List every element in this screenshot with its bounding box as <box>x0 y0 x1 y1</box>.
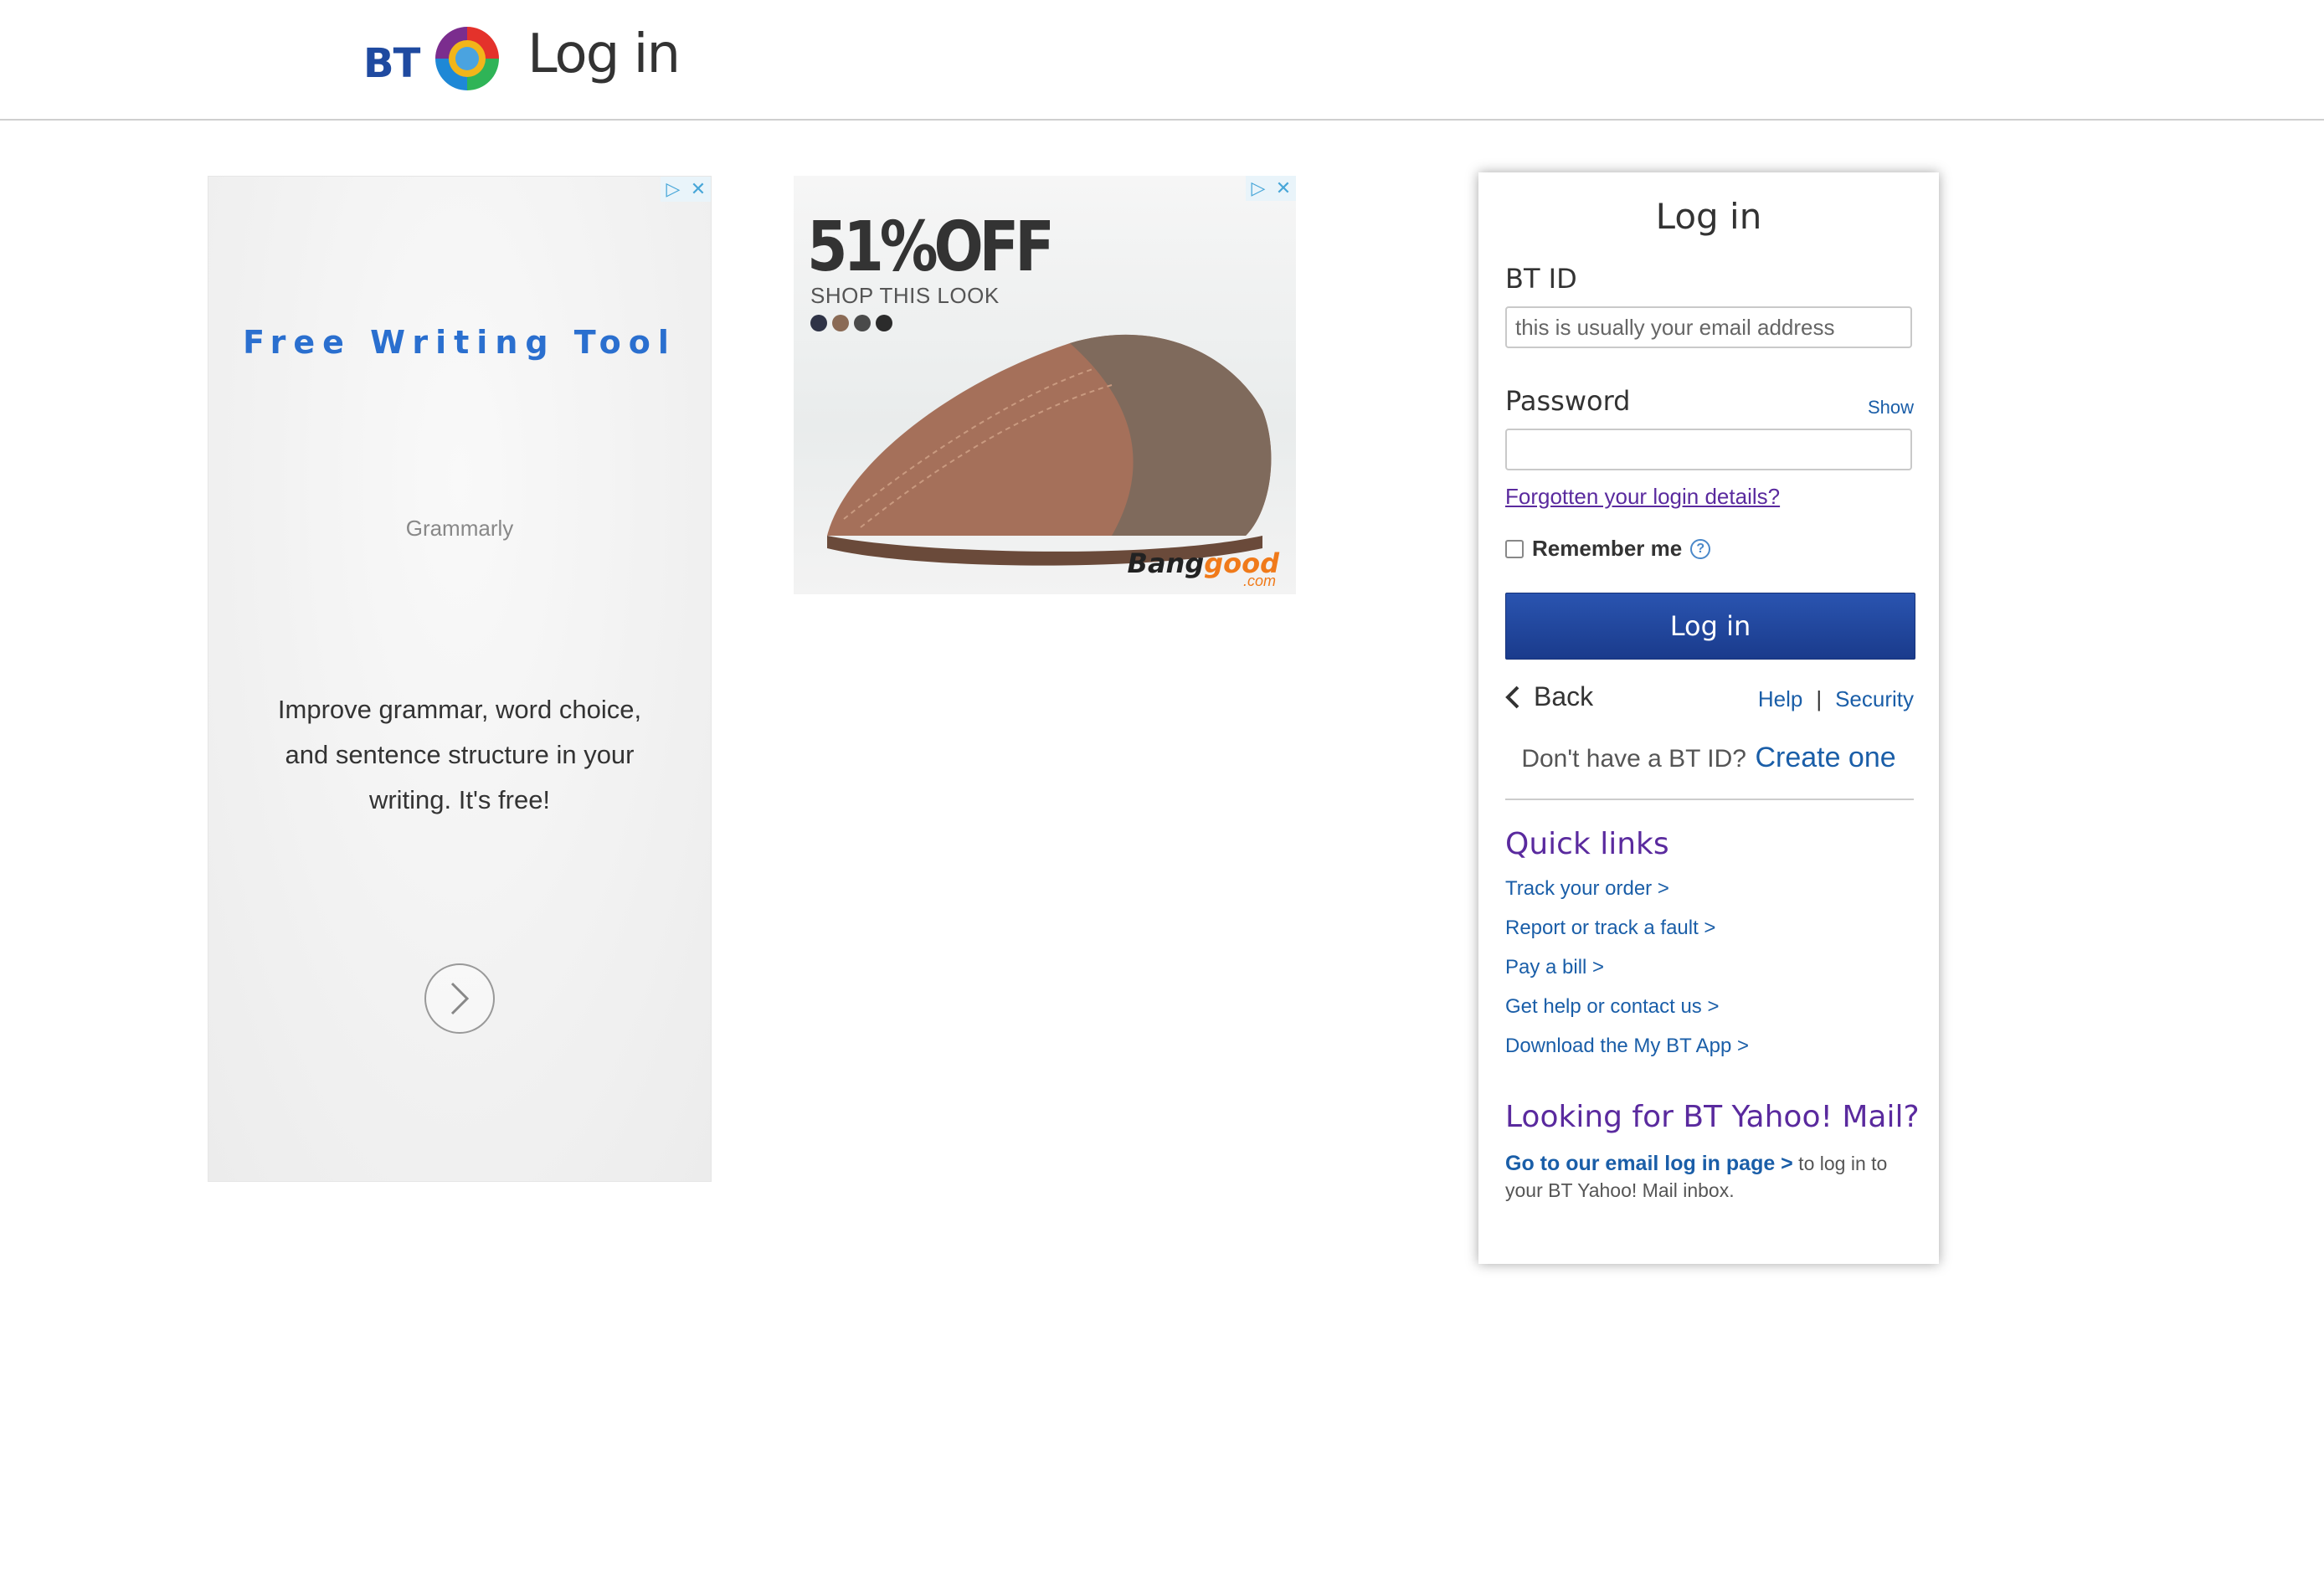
no-btid-text: Don't have a BT ID? <box>1521 745 1746 773</box>
password-label: Password <box>1505 385 1631 417</box>
btid-input[interactable] <box>1505 306 1912 348</box>
bt-globe-icon <box>435 27 499 90</box>
help-question-icon[interactable]: ? <box>1690 538 1711 559</box>
ad-brand-domain: .com <box>1242 573 1276 589</box>
adchoices-bar: ▷ ✕ <box>1246 176 1296 201</box>
show-password-link[interactable]: Show <box>1868 397 1914 419</box>
back-label: Back <box>1534 681 1594 711</box>
security-link[interactable]: Security <box>1835 686 1914 712</box>
help-security-links: Help | Security <box>1758 686 1914 712</box>
adchoices-icon[interactable]: ▷ <box>1246 176 1271 201</box>
chevron-left-icon <box>1505 686 1519 708</box>
chevron-right-icon[interactable] <box>424 963 495 1034</box>
btid-label: BT ID <box>1505 263 1577 295</box>
create-account-prompt: Don't have a BT ID? Create one <box>1478 742 1939 774</box>
quick-link-report-fault[interactable]: Report or track a fault > <box>1505 915 1749 954</box>
yahoo-mail-title: Looking for BT Yahoo! Mail? <box>1505 1100 1920 1134</box>
password-input[interactable] <box>1505 429 1912 470</box>
banggood-ad[interactable]: 51%OFF SHOP THIS LOOK Banggood .com ▷ ✕ <box>794 176 1296 594</box>
help-link[interactable]: Help <box>1758 686 1802 712</box>
adchoices-icon[interactable]: ▷ <box>661 177 686 202</box>
create-one-link[interactable]: Create one <box>1755 742 1895 773</box>
quick-link-pay-bill[interactable]: Pay a bill > <box>1505 954 1749 994</box>
forgot-login-link[interactable]: Forgotten your login details? <box>1505 484 1780 510</box>
yahoo-mail-text: Go to our email log in page > to log in … <box>1505 1150 1915 1204</box>
quick-link-download-app[interactable]: Download the My BT App > <box>1505 1033 1749 1072</box>
page-title: Log in <box>527 23 681 85</box>
login-title: Log in <box>1655 196 1762 237</box>
bt-logo-text: BT <box>363 40 420 87</box>
link-separator: | <box>1816 686 1823 711</box>
remember-me[interactable]: Remember me ? <box>1505 536 1711 562</box>
bt-logo[interactable]: BT <box>363 25 506 95</box>
back-link[interactable]: Back <box>1505 681 1593 712</box>
remember-me-label[interactable]: Remember me <box>1532 536 1682 562</box>
divider <box>1505 799 1914 800</box>
quick-links-list: Track your order > Report or track a fau… <box>1505 876 1749 1072</box>
ad-advertiser[interactable]: Grammarly <box>208 516 711 542</box>
flat-cap-image <box>827 334 1272 566</box>
site-header: BT Log in <box>0 0 2324 121</box>
login-panel: Log in BT ID Password Show Forgotten you… <box>1478 172 1939 1264</box>
remember-me-checkbox[interactable] <box>1505 539 1524 558</box>
ad-body: Improve grammar, word choice, and senten… <box>277 695 642 814</box>
login-button[interactable]: Log in <box>1505 593 1915 660</box>
grammarly-ad[interactable]: ▷ ✕ Free Writing Tool Grammarly Improve … <box>208 176 712 1182</box>
quick-links-title: Quick links <box>1505 827 1669 861</box>
close-icon[interactable]: ✕ <box>686 177 711 202</box>
adchoices-bar: ▷ ✕ <box>661 177 711 202</box>
quick-link-get-help[interactable]: Get help or contact us > <box>1505 994 1749 1033</box>
quick-link-track-order[interactable]: Track your order > <box>1505 876 1749 915</box>
ad-headline[interactable]: Free Writing Tool <box>208 321 711 365</box>
email-login-link[interactable]: Go to our email log in page > <box>1505 1152 1793 1175</box>
close-icon[interactable]: ✕ <box>1271 176 1296 201</box>
